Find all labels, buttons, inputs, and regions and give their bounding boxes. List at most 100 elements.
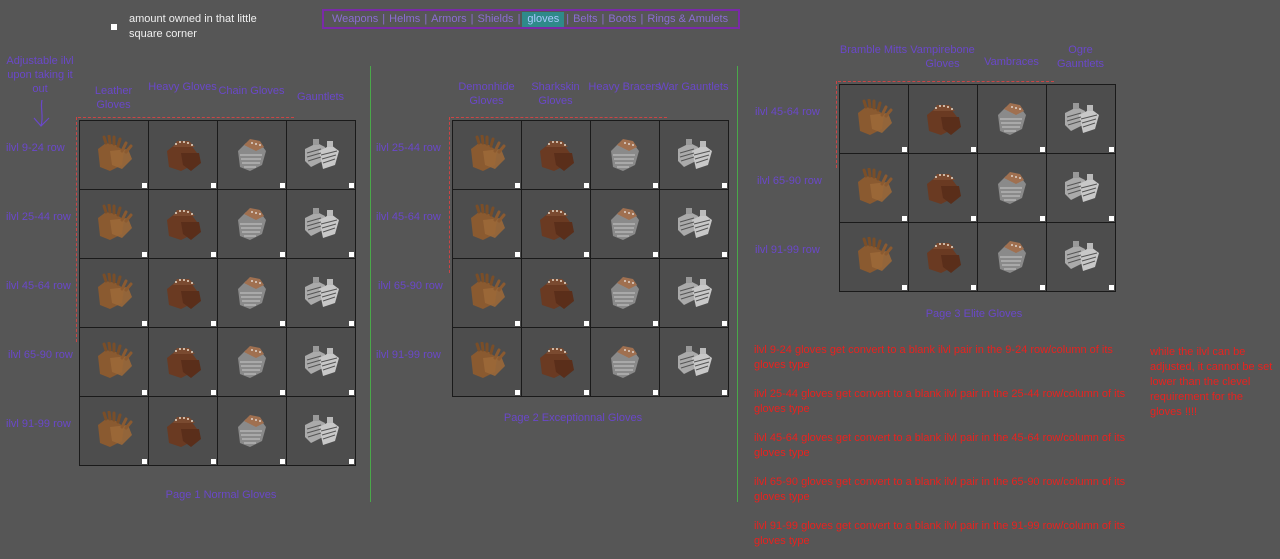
item-slot[interactable] bbox=[522, 328, 591, 397]
note-9-24: ilvl 9-24 gloves get convert to a blank … bbox=[754, 344, 1113, 371]
grid-edge-marker bbox=[449, 117, 450, 273]
count-square-legend-icon bbox=[111, 24, 117, 30]
item-slot[interactable] bbox=[909, 154, 978, 223]
item-slot[interactable] bbox=[660, 259, 729, 328]
grid-edge-marker bbox=[451, 117, 667, 118]
item-slot[interactable] bbox=[80, 190, 149, 259]
item-slot[interactable] bbox=[287, 259, 356, 328]
legend-text: amount owned in that little square corne… bbox=[129, 13, 257, 40]
tab-gloves[interactable]: gloves bbox=[522, 11, 565, 27]
item-slot[interactable] bbox=[80, 397, 149, 466]
item-slot[interactable] bbox=[591, 328, 660, 397]
owned-count-indicator bbox=[515, 390, 520, 395]
owned-count-indicator bbox=[349, 390, 354, 395]
owned-count-indicator bbox=[1109, 147, 1114, 152]
owned-count-indicator bbox=[722, 252, 727, 257]
grid-edge-marker bbox=[838, 81, 1054, 82]
item-slot[interactable] bbox=[218, 121, 287, 190]
item-slot[interactable] bbox=[909, 223, 978, 292]
item-slot[interactable] bbox=[660, 328, 729, 397]
item-slot[interactable] bbox=[149, 328, 218, 397]
item-slot[interactable] bbox=[978, 85, 1047, 154]
item-slot[interactable] bbox=[978, 154, 1047, 223]
owned-count-indicator bbox=[971, 147, 976, 152]
owned-count-indicator bbox=[142, 459, 147, 464]
tab-shields[interactable]: Shields bbox=[475, 12, 515, 27]
item-slot[interactable] bbox=[522, 190, 591, 259]
item-slot[interactable] bbox=[978, 223, 1047, 292]
column-header: Vambraces bbox=[984, 56, 1039, 68]
item-slot[interactable] bbox=[522, 121, 591, 190]
owned-count-indicator bbox=[515, 183, 520, 188]
tab-rings-amulets[interactable]: Rings & Amulets bbox=[645, 12, 730, 27]
item-slot[interactable] bbox=[80, 328, 149, 397]
owned-count-indicator bbox=[653, 252, 658, 257]
owned-count-indicator bbox=[902, 285, 907, 290]
page-divider bbox=[737, 66, 738, 502]
item-slot[interactable] bbox=[1047, 223, 1116, 292]
owned-count-indicator bbox=[515, 252, 520, 257]
column-header: Demonhide Gloves bbox=[458, 81, 515, 107]
item-slot[interactable] bbox=[1047, 85, 1116, 154]
adjustable-ilvl-note: Adjustable ilvl upon taking it out bbox=[6, 55, 74, 95]
column-header: Bramble Mitts bbox=[839, 44, 908, 56]
item-slot[interactable] bbox=[591, 190, 660, 259]
owned-count-indicator bbox=[722, 390, 727, 395]
column-header: Gauntlets bbox=[296, 91, 345, 103]
item-slot[interactable] bbox=[218, 190, 287, 259]
item-slot[interactable] bbox=[287, 121, 356, 190]
item-slot[interactable] bbox=[1047, 154, 1116, 223]
item-slot[interactable] bbox=[218, 328, 287, 397]
owned-count-indicator bbox=[584, 321, 589, 326]
owned-count-indicator bbox=[722, 183, 727, 188]
owned-count-indicator bbox=[280, 252, 285, 257]
tab-boots[interactable]: Boots bbox=[606, 12, 638, 27]
item-slot[interactable] bbox=[149, 397, 218, 466]
tab-armors[interactable]: Armors bbox=[429, 12, 468, 27]
item-slot[interactable] bbox=[287, 397, 356, 466]
owned-count-indicator bbox=[211, 252, 216, 257]
row-label: ilvl 25-44 row bbox=[6, 210, 71, 223]
owned-count-indicator bbox=[349, 321, 354, 326]
item-slot[interactable] bbox=[80, 259, 149, 328]
item-slot[interactable] bbox=[287, 190, 356, 259]
item-slot[interactable] bbox=[453, 259, 522, 328]
tab-belts[interactable]: Belts bbox=[571, 12, 599, 27]
owned-count-indicator bbox=[280, 459, 285, 464]
item-slot[interactable] bbox=[660, 190, 729, 259]
item-slot[interactable] bbox=[218, 397, 287, 466]
note-65-90: ilvl 65-90 gloves get convert to a blank… bbox=[754, 476, 1126, 503]
row-label: ilvl 45-64 row bbox=[6, 279, 71, 292]
item-slot[interactable] bbox=[149, 121, 218, 190]
row-label: ilvl 45-64 row bbox=[376, 210, 441, 223]
clevel-warning-note: while the ilvl can be adjusted, it canno… bbox=[1150, 346, 1273, 418]
p1-grid bbox=[79, 120, 356, 466]
page1-caption: Page 1 Normal Gloves bbox=[165, 489, 277, 501]
item-slot[interactable] bbox=[522, 259, 591, 328]
tab-weapons[interactable]: Weapons bbox=[330, 12, 380, 27]
owned-count-indicator bbox=[211, 183, 216, 188]
item-slot[interactable] bbox=[840, 223, 909, 292]
item-slot[interactable] bbox=[453, 328, 522, 397]
item-slot[interactable] bbox=[149, 259, 218, 328]
page2-caption: Page 2 Exceptionnal Gloves bbox=[503, 412, 643, 424]
item-slot[interactable] bbox=[80, 121, 149, 190]
owned-count-indicator bbox=[584, 390, 589, 395]
item-slot[interactable] bbox=[591, 259, 660, 328]
owned-count-indicator bbox=[1040, 216, 1045, 221]
note-45-64: ilvl 45-64 gloves get convert to a blank… bbox=[754, 432, 1126, 459]
tab-helms[interactable]: Helms bbox=[387, 12, 422, 27]
item-slot[interactable] bbox=[840, 154, 909, 223]
item-slot[interactable] bbox=[453, 190, 522, 259]
item-slot[interactable] bbox=[287, 328, 356, 397]
item-slot[interactable] bbox=[149, 190, 218, 259]
row-label: ilvl 91-99 row bbox=[376, 348, 441, 361]
column-header: War Gauntlets bbox=[658, 81, 729, 93]
item-slot[interactable] bbox=[218, 259, 287, 328]
item-slot[interactable] bbox=[591, 121, 660, 190]
item-slot[interactable] bbox=[453, 121, 522, 190]
item-slot[interactable] bbox=[840, 85, 909, 154]
owned-count-indicator bbox=[653, 321, 658, 326]
item-slot[interactable] bbox=[909, 85, 978, 154]
item-slot[interactable] bbox=[660, 121, 729, 190]
